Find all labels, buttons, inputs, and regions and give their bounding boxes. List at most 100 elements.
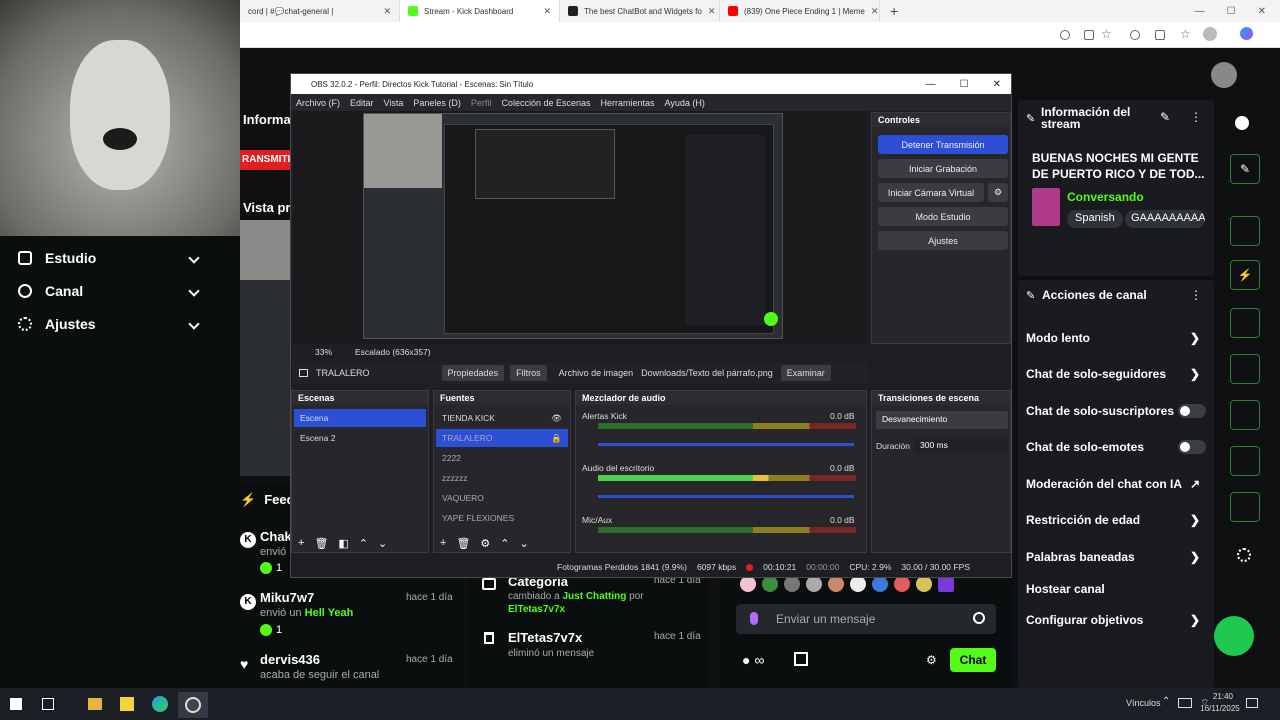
volume-slider-alertas[interactable] xyxy=(598,443,854,446)
ai-moderation-row[interactable]: Moderación del chat con IA ↗ xyxy=(1026,477,1206,491)
support-headset-button[interactable] xyxy=(1214,616,1254,656)
event-user[interactable]: ElTetas7v7x xyxy=(508,604,565,615)
edge-browser-icon[interactable] xyxy=(152,696,168,712)
task-view-icon[interactable] xyxy=(42,698,54,710)
new-tab-button[interactable]: + xyxy=(880,3,908,19)
browser-tab-kick-dashboard[interactable]: Stream - Kick Dashboard ✕ xyxy=(400,0,560,22)
subscribers-only-toggle[interactable] xyxy=(1178,404,1206,418)
favorites-icon[interactable]: ☆ xyxy=(1180,27,1191,41)
browser-tab-discord[interactable]: cord | #💬chat-general | ✕ xyxy=(240,0,400,22)
feed-user[interactable]: Miku7w7 xyxy=(260,590,314,605)
browser-tab-chatbot[interactable]: The best ChatBot and Widgets fo ✕ xyxy=(560,0,720,22)
edit-pencil-icon[interactable]: ✎ xyxy=(1160,110,1170,124)
split-screen-icon[interactable] xyxy=(1155,30,1165,40)
feed-user[interactable]: dervis436 xyxy=(260,652,320,667)
emote-icon[interactable] xyxy=(894,576,910,592)
clock-time[interactable]: 21:40 xyxy=(1206,692,1240,701)
send-chat-button[interactable]: Chat xyxy=(950,648,996,672)
move-down-icon[interactable]: ⌄ xyxy=(520,537,529,550)
age-restriction-row[interactable]: Restricción de edad ❯ xyxy=(1026,513,1206,527)
nav-canal[interactable]: Canal xyxy=(18,283,200,299)
maximize-icon[interactable]: ☐ xyxy=(960,79,969,90)
move-down-icon[interactable]: ⌄ xyxy=(378,537,387,550)
tag-spanish[interactable]: Spanish xyxy=(1067,210,1123,228)
emotes-only-toggle[interactable] xyxy=(1178,440,1206,454)
chat-settings-gear-icon[interactable]: ⚙ xyxy=(926,653,937,667)
close-tab-icon[interactable]: ✕ xyxy=(543,6,551,17)
source-item[interactable]: zzzzzz xyxy=(436,469,568,487)
emote-icon[interactable] xyxy=(850,576,866,592)
add-source-icon[interactable]: + xyxy=(440,537,446,550)
stop-streaming-button[interactable]: Detener Transmisión xyxy=(878,135,1008,154)
chat-bubble-icon[interactable] xyxy=(1230,354,1260,384)
menu-paneles[interactable]: Paneles (D) xyxy=(413,98,461,108)
emote-icon[interactable] xyxy=(740,576,756,592)
user-avatar[interactable] xyxy=(1211,62,1237,88)
start-recording-button[interactable]: Iniciar Grabación xyxy=(878,159,1008,178)
broadcast-icon[interactable] xyxy=(1230,400,1260,430)
emote-icon[interactable] xyxy=(828,576,844,592)
emote-icon[interactable] xyxy=(806,576,822,592)
close-tab-icon[interactable]: ✕ xyxy=(871,6,879,17)
emoji-picker-icon[interactable] xyxy=(973,612,985,624)
info-icon[interactable] xyxy=(1235,116,1249,130)
duration-input[interactable]: 300 ms xyxy=(914,437,1008,453)
banned-words-row[interactable]: Palabras baneadas ❯ xyxy=(1026,550,1206,564)
camera-icon[interactable] xyxy=(1230,446,1260,476)
settings-button[interactable]: Ajustes xyxy=(878,231,1008,250)
source-properties-gear-icon[interactable]: ⚙ xyxy=(480,537,490,550)
menu-perfil[interactable]: Perfil xyxy=(471,98,492,108)
host-channel-row[interactable]: Hostear canal xyxy=(1026,582,1206,596)
event-title[interactable]: ElTetas7v7x xyxy=(508,630,582,645)
lightning-icon[interactable]: ⚡ xyxy=(1230,260,1260,290)
volume-slider-desktop[interactable] xyxy=(598,495,854,498)
menu-archivo[interactable]: Archivo (F) xyxy=(296,98,340,108)
scene-item[interactable]: Escena xyxy=(294,409,426,427)
windows-start-icon[interactable] xyxy=(10,698,22,710)
file-explorer-icon[interactable] xyxy=(88,698,102,710)
studio-mode-button[interactable]: Modo Estudio xyxy=(878,207,1008,226)
close-window-icon[interactable]: ✕ xyxy=(1258,6,1266,17)
stop-transmit-button[interactable]: RANSMITI xyxy=(240,150,292,170)
clock-date[interactable]: 16/11/2025 xyxy=(1198,704,1242,713)
source-item[interactable]: TIENDA KICK 👁 xyxy=(436,409,568,427)
minimize-window-icon[interactable]: — xyxy=(1195,6,1205,17)
emote-icon[interactable] xyxy=(938,576,954,592)
menu-herramientas[interactable]: Herramientas xyxy=(601,98,655,108)
keyboard-icon[interactable] xyxy=(1178,698,1192,708)
browser-tab-youtube[interactable]: (839) One Piece Ending 1 | Meme ✕ xyxy=(720,0,880,22)
obs-preview-area[interactable]: 33% Escalado (636x357) xyxy=(293,111,867,357)
read-aloud-icon[interactable] xyxy=(1084,30,1094,40)
obs-preview-canvas[interactable] xyxy=(363,113,783,339)
emotes-only-row[interactable]: Chat de solo-emotes xyxy=(1026,440,1206,454)
add-scene-icon[interactable]: + xyxy=(298,537,304,550)
nav-ajustes[interactable]: Ajustes xyxy=(18,316,200,332)
more-options-icon[interactable]: ⋮ xyxy=(1190,110,1202,124)
menu-vista[interactable]: Vista xyxy=(384,98,404,108)
notifications-icon[interactable] xyxy=(1246,698,1258,708)
followers-only-row[interactable]: Chat de solo-seguidores ❯ xyxy=(1026,367,1206,381)
favorite-star-icon[interactable]: ☆ xyxy=(1101,27,1112,41)
virtual-camera-settings-gear-icon[interactable]: ⚙ xyxy=(988,183,1008,202)
source-item[interactable]: TRALALERO 🔒 xyxy=(436,429,568,447)
address-bar[interactable]: ☆ ☆ xyxy=(240,22,1280,48)
edit-stream-icon[interactable]: ✎ xyxy=(1230,154,1260,184)
scene-item[interactable]: Escena 2 xyxy=(294,429,426,447)
nav-estudio[interactable]: Estudio xyxy=(18,250,200,266)
source-item[interactable]: VAQUERO xyxy=(436,489,568,507)
links-toolbar[interactable]: Vínculos xyxy=(1126,698,1161,708)
start-virtual-camera-button[interactable]: Iniciar Cámara Virtual xyxy=(878,183,984,202)
maximize-window-icon[interactable]: ☐ xyxy=(1227,6,1236,17)
filters-button[interactable]: Filtros xyxy=(510,365,547,381)
menu-coleccion-escenas[interactable]: Colección de Escenas xyxy=(501,98,590,108)
remove-source-icon[interactable]: 🗑 xyxy=(456,537,470,550)
source-item[interactable]: 2222 xyxy=(436,449,568,467)
close-tab-icon[interactable]: ✕ xyxy=(708,6,716,17)
obs-taskbar-button[interactable] xyxy=(178,692,208,718)
remove-scene-icon[interactable]: 🗑 xyxy=(314,537,328,550)
move-up-icon[interactable]: ⌃ xyxy=(359,537,368,550)
zoom-icon[interactable] xyxy=(1060,30,1070,40)
minimize-icon[interactable]: — xyxy=(926,79,936,90)
emote-icon[interactable] xyxy=(784,576,800,592)
lock-icon[interactable]: 🔒 xyxy=(551,433,562,444)
